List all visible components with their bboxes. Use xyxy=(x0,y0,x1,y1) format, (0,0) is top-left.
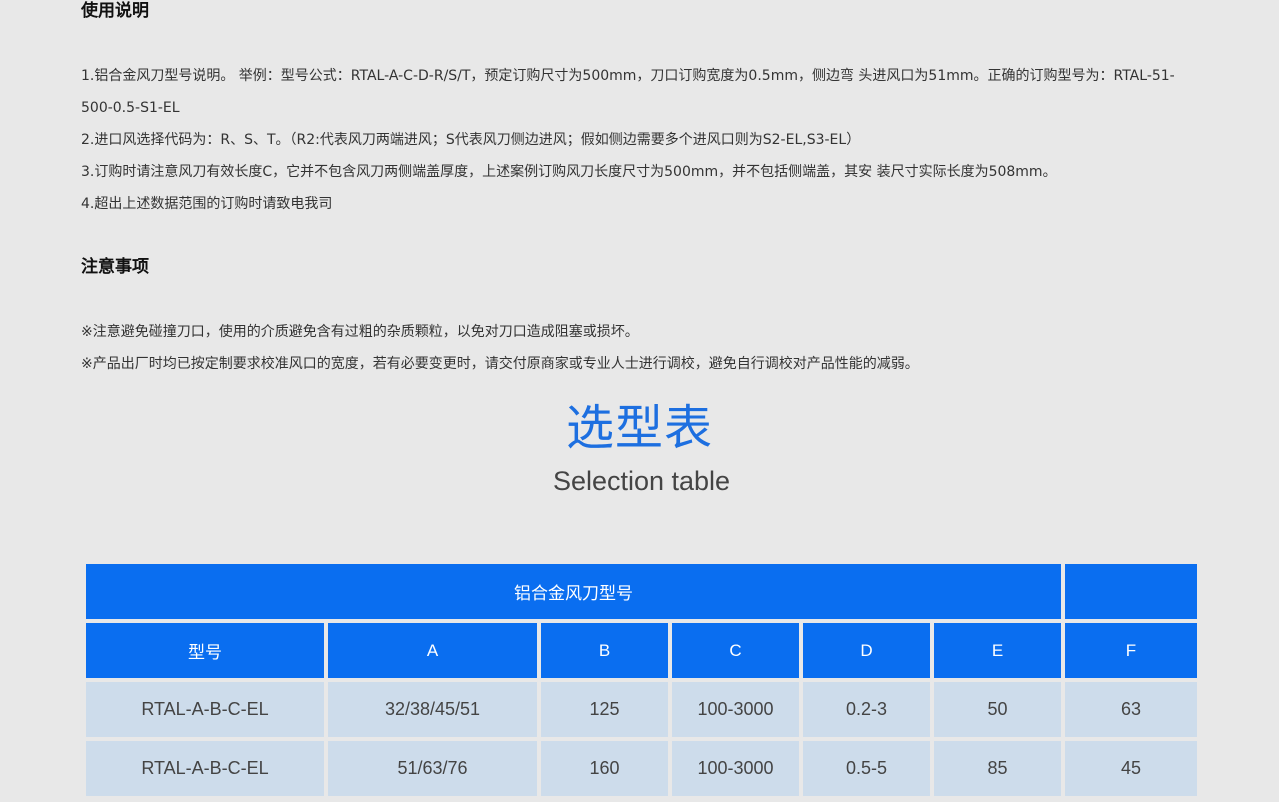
table-row: RTAL-A-B-C-EL 51/63/76 160 100-3000 0.5-… xyxy=(86,741,1197,796)
usage-line-1: 1.铝合金风刀型号说明。 举例：型号公式：RTAL-A-C-D-R/S/T，预定… xyxy=(81,68,1175,116)
notes-list: ※注意避免碰撞刀口，使用的介质避免含有过粗的杂质颗粒，以免对刀口造成阻塞或损坏。… xyxy=(81,316,1206,380)
column-header-b: B xyxy=(541,623,668,678)
table-cell: 51/63/76 xyxy=(328,741,537,796)
column-header-c: C xyxy=(672,623,799,678)
table-cell: RTAL-A-B-C-EL xyxy=(86,741,324,796)
usage-heading: 使用说明 xyxy=(81,1,149,21)
table-row: RTAL-A-B-C-EL 32/38/45/51 125 100-3000 0… xyxy=(86,682,1197,737)
table-cell: 0.2-3 xyxy=(803,682,930,737)
column-header-f: F xyxy=(1065,623,1197,678)
selection-table: 铝合金风刀型号 型号 A B C D E F RTAL-A-B-C-EL 32/… xyxy=(82,560,1201,800)
table-cell: 0.5-5 xyxy=(803,741,930,796)
table-cell: 160 xyxy=(541,741,668,796)
table-group-header: 铝合金风刀型号 xyxy=(86,564,1061,619)
table-group-header-extra xyxy=(1065,564,1197,619)
table-cell: 50 xyxy=(934,682,1061,737)
table-column-header-row: 型号 A B C D E F xyxy=(86,623,1197,678)
table-cell: 85 xyxy=(934,741,1061,796)
table-cell: 100-3000 xyxy=(672,741,799,796)
usage-instructions: 1.铝合金风刀型号说明。 举例：型号公式：RTAL-A-C-D-R/S/T，预定… xyxy=(81,60,1206,220)
column-header-d: D xyxy=(803,623,930,678)
table-cell: 63 xyxy=(1065,682,1197,737)
table-cell: 100-3000 xyxy=(672,682,799,737)
table-cell: 32/38/45/51 xyxy=(328,682,537,737)
usage-line-2: 2.进口风选择代码为：R、S、T。（R2:代表风刀两端进风；S代表风刀侧边进风；… xyxy=(81,132,861,148)
table-cell: RTAL-A-B-C-EL xyxy=(86,682,324,737)
table-group-header-row: 铝合金风刀型号 xyxy=(86,564,1197,619)
usage-line-4: 4.超出上述数据范围的订购时请致电我司 xyxy=(81,196,333,212)
column-header-a: A xyxy=(328,623,537,678)
notes-heading: 注意事项 xyxy=(81,257,149,277)
table-cell: 125 xyxy=(541,682,668,737)
table-cell: 45 xyxy=(1065,741,1197,796)
selection-title: 选型表 xyxy=(565,400,713,456)
usage-line-3: 3.订购时请注意风刀有效长度C，它并不包含风刀两侧端盖厚度，上述案例订购风刀长度… xyxy=(81,164,1057,180)
selection-subtitle: Selection table xyxy=(552,466,731,496)
note-line-1: ※注意避免碰撞刀口，使用的介质避免含有过粗的杂质颗粒，以免对刀口造成阻塞或损坏。 xyxy=(81,324,639,340)
column-header-model: 型号 xyxy=(86,623,324,678)
page: 使用说明 1.铝合金风刀型号说明。 举例：型号公式：RTAL-A-C-D-R/S… xyxy=(0,0,1279,802)
column-header-e: E xyxy=(934,623,1061,678)
note-line-2: ※产品出厂时均已按定制要求校准风口的宽度，若有必要变更时，请交付原商家或专业人士… xyxy=(81,356,919,372)
